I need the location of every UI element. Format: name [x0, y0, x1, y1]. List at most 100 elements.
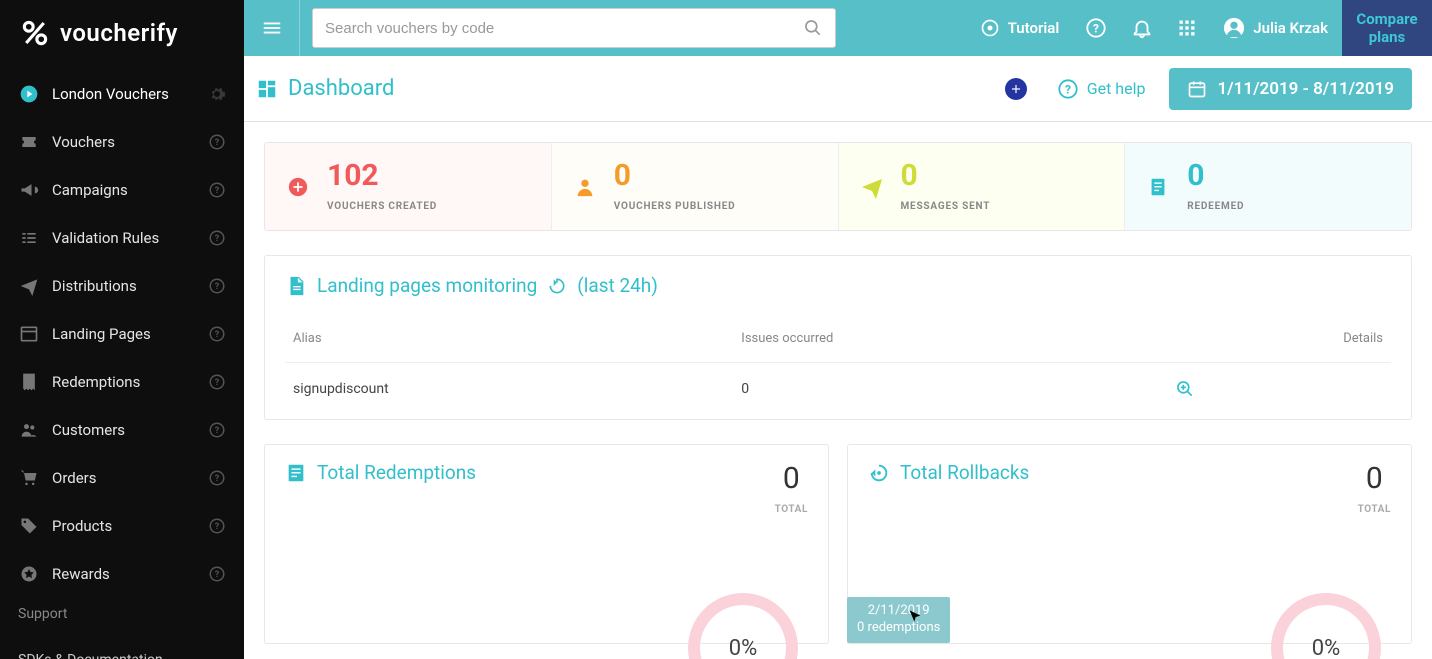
percent-icon: [20, 18, 50, 48]
details-button[interactable]: [1175, 379, 1383, 399]
redemptions-gauge: 0%: [688, 593, 798, 659]
help-icon[interactable]: ?: [208, 325, 226, 343]
chart-tooltip: 2/11/2019 0 redemptions: [847, 597, 950, 643]
document-icon: [285, 275, 307, 297]
browser-icon: [18, 324, 40, 344]
rollbacks-gauge: 0%: [1271, 593, 1381, 659]
user-avatar-icon: [1223, 17, 1245, 39]
notifications-button[interactable]: [1119, 0, 1165, 56]
restore-icon: [868, 462, 890, 484]
svg-text:?: ?: [215, 282, 220, 292]
sidebar: voucherify London VouchersVouchers?Campa…: [0, 0, 244, 659]
col-issues: Issues occurred: [733, 321, 1167, 363]
stat-card-orange[interactable]: 0 VOUCHERS PUBLISHED: [551, 143, 838, 230]
search-icon: [803, 18, 823, 38]
sidebar-item-validation[interactable]: Validation Rules?: [0, 214, 244, 262]
rollbacks-title: Total Rollbacks: [900, 461, 1029, 484]
refresh-icon: [547, 276, 567, 296]
hamburger-icon: [261, 17, 283, 39]
hamburger-menu-button[interactable]: [244, 0, 300, 56]
compare-plans-button[interactable]: Compare plans: [1342, 0, 1432, 56]
apps-button[interactable]: [1165, 0, 1209, 56]
receipt-icon: [18, 372, 40, 392]
sidebar-item-campaigns[interactable]: Campaigns?: [0, 166, 244, 214]
people-icon: [18, 420, 40, 440]
stat-card-teal[interactable]: 0REDEEMED: [1124, 143, 1411, 230]
help-icon[interactable]: ?: [208, 517, 226, 535]
logo[interactable]: voucherify: [0, 0, 244, 70]
help-icon[interactable]: ?: [208, 133, 226, 151]
subheader: Dashboard ? Get help 1/11/2019 - 8/11/20…: [244, 56, 1432, 122]
page-title: Dashboard: [256, 76, 394, 101]
sidebar-item-customers[interactable]: Customers?: [0, 406, 244, 454]
play-icon: [18, 84, 40, 104]
zoom-in-icon: [1175, 379, 1195, 399]
add-button[interactable]: [1005, 78, 1027, 100]
send-icon: [18, 276, 40, 296]
article-icon: [1145, 176, 1171, 198]
sidebar-item-label: Customers: [52, 421, 208, 439]
sidebar-item-landing[interactable]: Landing Pages?: [0, 310, 244, 358]
stat-card-yellow[interactable]: 0MESSAGES SENT: [838, 143, 1125, 230]
stat-card-pink[interactable]: 102VOUCHERS CREATED: [265, 143, 551, 230]
sidebar-item-rewards[interactable]: Rewards?: [0, 550, 244, 598]
plus-circle-icon: [285, 176, 311, 198]
help-icon[interactable]: ?: [208, 469, 226, 487]
stat-value: 102: [327, 161, 437, 191]
sidebar-item-redemptions[interactable]: Redemptions?: [0, 358, 244, 406]
stat-label: VOUCHERS PUBLISHED: [614, 201, 736, 212]
send-icon: [859, 175, 885, 199]
landing-pages-panel: Landing pages monitoring (last 24h) Alia…: [264, 255, 1412, 420]
user-menu[interactable]: Julia Krzak: [1209, 0, 1342, 56]
sidebar-item-label: Redemptions: [52, 373, 208, 391]
topbar: Tutorial ? Julia Krzak Compare plans: [244, 0, 1432, 56]
sidebar-item-orders[interactable]: Orders?: [0, 454, 244, 502]
help-icon[interactable]: ?: [208, 565, 226, 583]
date-range-button[interactable]: 1/11/2019 - 8/11/2019: [1169, 68, 1412, 110]
sidebar-item-label: Rewards: [52, 565, 208, 583]
stat-label: MESSAGES SENT: [901, 201, 991, 212]
search-input[interactable]: [325, 20, 803, 37]
help-icon[interactable]: ?: [208, 277, 226, 295]
megaphone-icon: [18, 180, 40, 200]
sidebar-item-distributions[interactable]: Distributions?: [0, 262, 244, 310]
sidebar-sdks[interactable]: SDKs & Documentation: [0, 630, 244, 659]
help-icon[interactable]: ?: [208, 421, 226, 439]
ticket-icon: [18, 132, 40, 152]
stat-value: 0: [1187, 161, 1244, 191]
total-rollbacks-panel: Total Rollbacks 0 TOTAL 0% 2/11/2019 0 r…: [847, 444, 1412, 644]
search-box[interactable]: [312, 8, 836, 48]
sidebar-item-products[interactable]: Products?: [0, 502, 244, 550]
landing-panel-title: Landing pages monitoring (last 24h): [285, 274, 1391, 297]
get-help-button[interactable]: ? Get help: [1057, 78, 1146, 100]
sidebar-item-label: Campaigns: [52, 181, 208, 199]
help-button[interactable]: ?: [1073, 0, 1119, 56]
redemptions-total-value: 0: [775, 461, 808, 496]
svg-text:?: ?: [215, 330, 220, 340]
rollbacks-total-label: TOTAL: [1358, 504, 1391, 515]
bell-icon: [1131, 17, 1153, 39]
sidebar-item-label: Orders: [52, 469, 208, 487]
tag-icon: [18, 516, 40, 536]
dashboard-icon: [256, 78, 278, 100]
calendar-icon: [1187, 79, 1207, 99]
sidebar-item-vouchers[interactable]: Vouchers?: [0, 118, 244, 166]
plus-icon: [1009, 82, 1023, 96]
logo-text: voucherify: [60, 19, 178, 47]
svg-text:?: ?: [215, 234, 220, 244]
stat-value: 0: [614, 161, 736, 191]
sidebar-item-label: Validation Rules: [52, 229, 208, 247]
content-area: 102VOUCHERS CREATED0VOUCHERS PUBLISHED0M…: [244, 122, 1432, 659]
star-icon: [18, 564, 40, 584]
help-icon[interactable]: ?: [208, 181, 226, 199]
stats-row: 102VOUCHERS CREATED0VOUCHERS PUBLISHED0M…: [264, 142, 1412, 231]
help-icon[interactable]: ?: [208, 229, 226, 247]
cell-issues: 0: [733, 363, 1167, 402]
gear-icon[interactable]: [208, 85, 226, 103]
tutorial-button[interactable]: Tutorial: [966, 0, 1074, 56]
sidebar-item-london[interactable]: London Vouchers: [0, 70, 244, 118]
svg-text:?: ?: [215, 138, 220, 148]
sidebar-item-label: Vouchers: [52, 133, 208, 151]
sidebar-support[interactable]: Support: [0, 598, 244, 630]
help-icon[interactable]: ?: [208, 373, 226, 391]
